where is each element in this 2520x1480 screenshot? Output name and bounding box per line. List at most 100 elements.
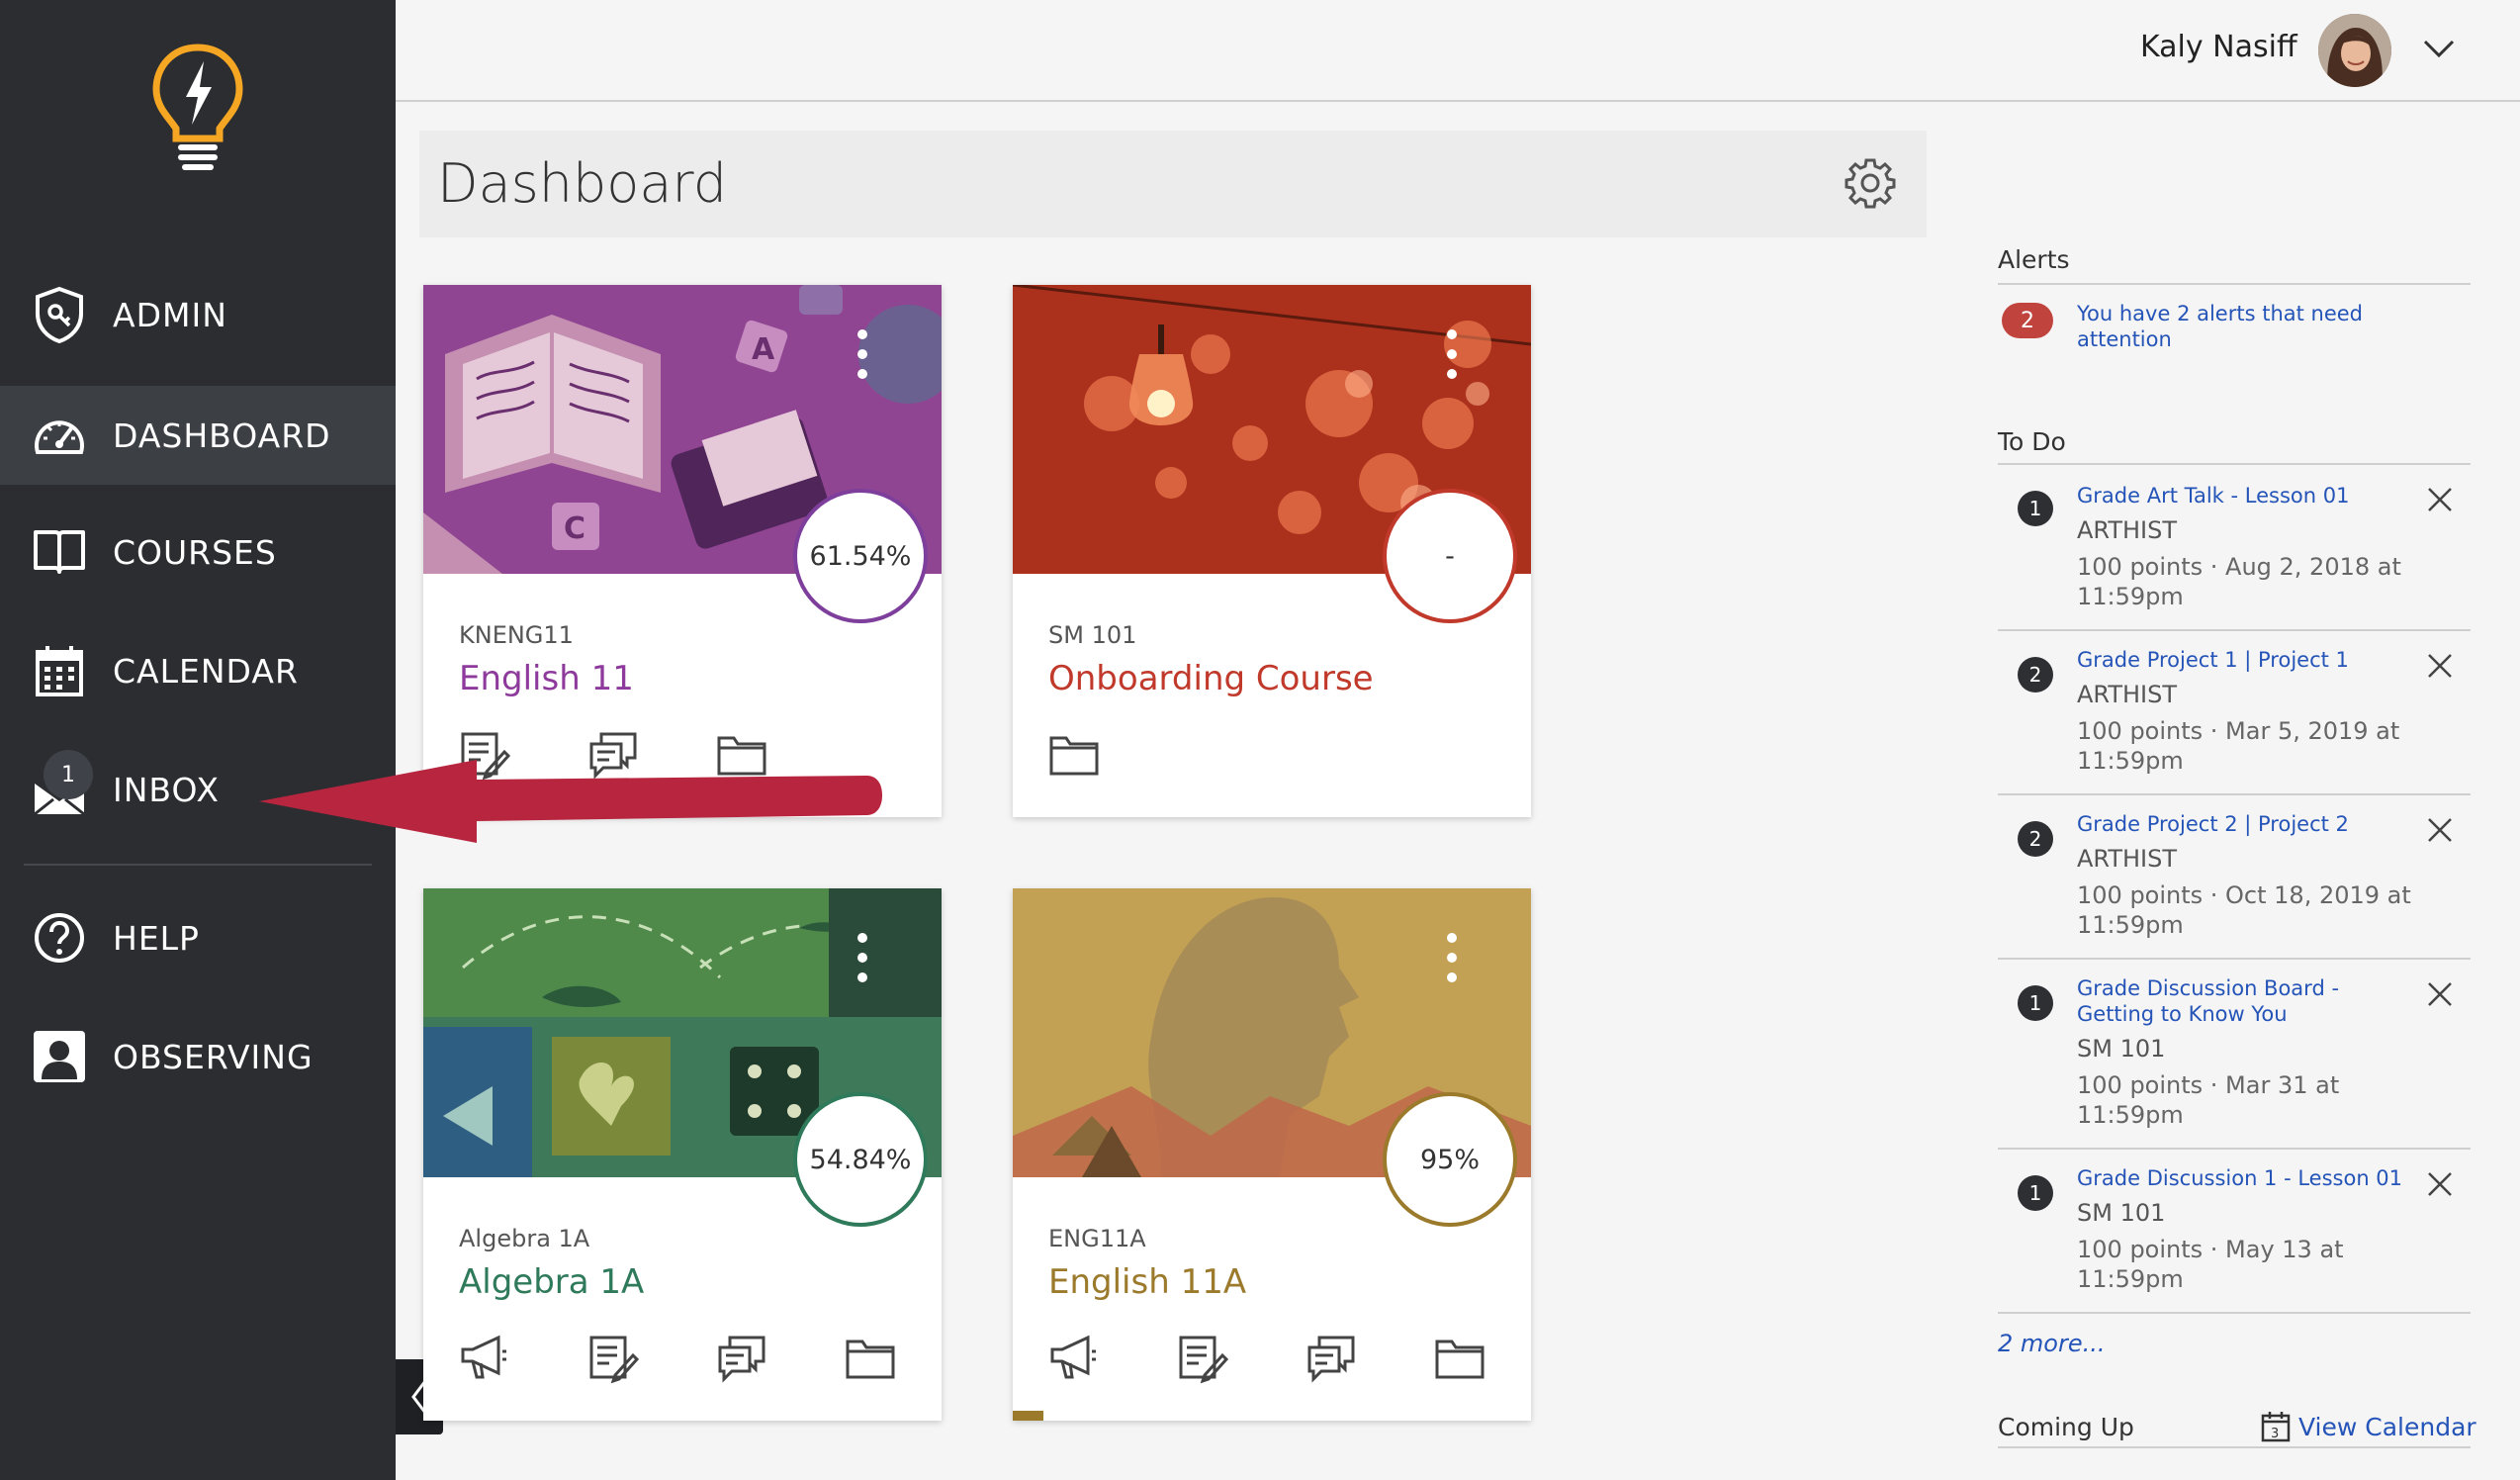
course-grade-badge: - bbox=[1383, 489, 1517, 623]
sidebar-item-label: COURSES bbox=[113, 532, 277, 572]
assignments-icon[interactable] bbox=[1177, 1332, 1229, 1384]
todo-item-meta: 100 points · Aug 2, 2018 at 11:59pm bbox=[2077, 553, 2401, 610]
course-name[interactable]: English 11A bbox=[1048, 1262, 1246, 1302]
sidebar-item-label: INBOX bbox=[113, 770, 220, 809]
sidebar-item-label: CALENDAR bbox=[113, 651, 299, 691]
sidebar-item-admin[interactable]: ADMIN bbox=[0, 265, 396, 364]
course-code: ENG11A bbox=[1048, 1225, 1146, 1252]
close-icon[interactable] bbox=[2425, 651, 2455, 681]
course-name[interactable]: Algebra 1A bbox=[459, 1262, 644, 1302]
course-name[interactable]: English 11 bbox=[459, 659, 634, 698]
announcements-megaphone-icon[interactable] bbox=[459, 1332, 510, 1383]
lightbulb-logo-icon[interactable] bbox=[148, 40, 247, 178]
discussions-icon[interactable] bbox=[1305, 1332, 1357, 1383]
todo-item-link[interactable]: Grade Project 1 | Project 1 bbox=[2077, 647, 2413, 673]
todo-item-meta: 100 points · Mar 5, 2019 at 11:59pm bbox=[2077, 717, 2400, 775]
sidebar-item-observing[interactable]: OBSERVING bbox=[0, 1007, 396, 1106]
sidebar-item-courses[interactable]: COURSES bbox=[0, 503, 396, 601]
page-title: Dashboard bbox=[437, 152, 727, 215]
todo-count-badge: 1 bbox=[2018, 1175, 2053, 1211]
avatar[interactable] bbox=[2318, 14, 2391, 87]
todo-item-course: ARTHIST bbox=[2077, 681, 2178, 708]
todo-item-meta: 100 points · Mar 31 at 11:59pm bbox=[2077, 1071, 2340, 1129]
todo-more-link[interactable]: 2 more... bbox=[1998, 1330, 2105, 1357]
course-card-onboarding-course[interactable]: - SM 101 Onboarding Course bbox=[1013, 285, 1531, 817]
course-grade-badge: 54.84% bbox=[793, 1092, 928, 1227]
card-options-menu-icon[interactable] bbox=[853, 928, 872, 987]
todo-item: 1 Grade Discussion 1 - Lesson 01 SM 101 … bbox=[1998, 1150, 2471, 1314]
close-icon[interactable] bbox=[2425, 815, 2455, 845]
alerts-heading: Alerts bbox=[1998, 245, 2070, 274]
announcements-megaphone-icon[interactable] bbox=[1048, 1332, 1100, 1383]
todo-item: 2 Grade Project 2 | Project 2 ARTHIST 10… bbox=[1998, 795, 2471, 960]
sidebar-item-label: DASHBOARD bbox=[113, 416, 331, 455]
sidebar-item-label: OBSERVING bbox=[113, 1037, 314, 1076]
observer-icon bbox=[30, 1027, 89, 1086]
course-card-algebra-1a[interactable]: 54.84% Algebra 1A Algebra 1A bbox=[423, 888, 942, 1421]
card-options-menu-icon[interactable] bbox=[853, 324, 872, 384]
alerts-count-badge: 2 bbox=[2002, 303, 2053, 338]
todo-item-course: SM 101 bbox=[2077, 1035, 2166, 1063]
discussions-icon[interactable] bbox=[716, 1332, 767, 1383]
close-icon[interactable] bbox=[2425, 979, 2455, 1009]
dashboard-settings-gear-icon[interactable] bbox=[1844, 156, 1897, 210]
todo-item-course: SM 101 bbox=[2077, 1199, 2166, 1227]
annotation-arrow-icon bbox=[259, 760, 882, 843]
coming-up-heading: Coming Up bbox=[1998, 1413, 2134, 1441]
close-icon[interactable] bbox=[2425, 485, 2455, 514]
files-folder-icon[interactable] bbox=[845, 1332, 896, 1383]
help-icon bbox=[30, 908, 89, 968]
user-name[interactable]: Kaly Nasiff bbox=[2140, 30, 2297, 64]
files-folder-icon[interactable] bbox=[1434, 1332, 1485, 1383]
calendar-icon: 3 bbox=[2261, 1412, 2291, 1442]
todo-item-link[interactable]: Grade Art Talk - Lesson 01 bbox=[2077, 483, 2413, 509]
todo-heading: To Do bbox=[1998, 427, 2066, 456]
course-card-english-11[interactable]: A C 61.54% KNENG11 English 11 bbox=[423, 285, 942, 817]
course-code: Algebra 1A bbox=[459, 1225, 590, 1252]
todo-item-link[interactable]: Grade Project 2 | Project 2 bbox=[2077, 811, 2413, 837]
todo-item-course: ARTHIST bbox=[2077, 845, 2178, 873]
svg-text:C: C bbox=[564, 511, 585, 546]
sidebar-item-label: ADMIN bbox=[113, 295, 227, 334]
alerts-divider bbox=[1998, 283, 2471, 285]
card-options-menu-icon[interactable] bbox=[1442, 928, 1462, 987]
shield-icon bbox=[30, 285, 89, 344]
todo-item-link[interactable]: Grade Discussion Board - Getting to Know… bbox=[2077, 975, 2413, 1027]
view-calendar-link[interactable]: 3 View Calendar bbox=[2261, 1411, 2476, 1442]
todo-item-meta: 100 points · May 13 at 11:59pm bbox=[2077, 1236, 2344, 1293]
svg-text:3: 3 bbox=[2271, 1427, 2279, 1441]
todo-item-course: ARTHIST bbox=[2077, 516, 2178, 544]
todo-count-badge: 1 bbox=[2018, 985, 2053, 1021]
user-menu-chevron-down-icon[interactable] bbox=[2419, 34, 2459, 63]
coming-up-divider bbox=[1998, 1446, 2471, 1448]
course-grade-badge: 95% bbox=[1383, 1092, 1517, 1227]
course-name[interactable]: Onboarding Course bbox=[1048, 659, 1374, 698]
card-options-menu-icon[interactable] bbox=[1442, 324, 1462, 384]
todo-count-badge: 2 bbox=[2018, 657, 2053, 693]
sidebar-item-calendar[interactable]: CALENDAR bbox=[0, 621, 396, 720]
todo-item: 2 Grade Project 1 | Project 1 ARTHIST 10… bbox=[1998, 631, 2471, 795]
course-card-english-11a[interactable]: 95% ENG11A English 11A bbox=[1013, 888, 1531, 1421]
sidebar-item-help[interactable]: HELP bbox=[0, 888, 396, 987]
todo-item: 1 Grade Art Talk - Lesson 01 ARTHIST 100… bbox=[1998, 465, 2471, 631]
assignments-icon[interactable] bbox=[587, 1332, 640, 1384]
course-progress-bar bbox=[1013, 1411, 1044, 1421]
todo-count-badge: 1 bbox=[2018, 491, 2053, 526]
todo-item-meta: 100 points · Oct 18, 2019 at 11:59pm bbox=[2077, 881, 2411, 939]
close-icon[interactable] bbox=[2425, 1169, 2455, 1199]
gauge-icon bbox=[30, 406, 89, 465]
sidebar-item-dashboard[interactable]: DASHBOARD bbox=[0, 386, 396, 485]
course-code: KNENG11 bbox=[459, 621, 574, 649]
alerts-message-link[interactable]: You have 2 alerts that need attention bbox=[2077, 301, 2374, 352]
course-code: SM 101 bbox=[1048, 621, 1137, 649]
todo-item-link[interactable]: Grade Discussion 1 - Lesson 01 bbox=[2077, 1165, 2413, 1191]
sidebar: ADMIN DASHBOARD COURSES CALENDAR INBOX 1 bbox=[0, 0, 396, 1480]
calendar-icon bbox=[30, 641, 89, 700]
sidebar-item-label: HELP bbox=[113, 918, 200, 958]
view-calendar-label: View Calendar bbox=[2298, 1412, 2476, 1441]
svg-text:A: A bbox=[752, 332, 775, 367]
course-grade-badge: 61.54% bbox=[793, 489, 928, 623]
sidebar-divider bbox=[24, 864, 372, 866]
files-folder-icon[interactable] bbox=[1048, 728, 1100, 780]
book-icon bbox=[30, 522, 89, 582]
